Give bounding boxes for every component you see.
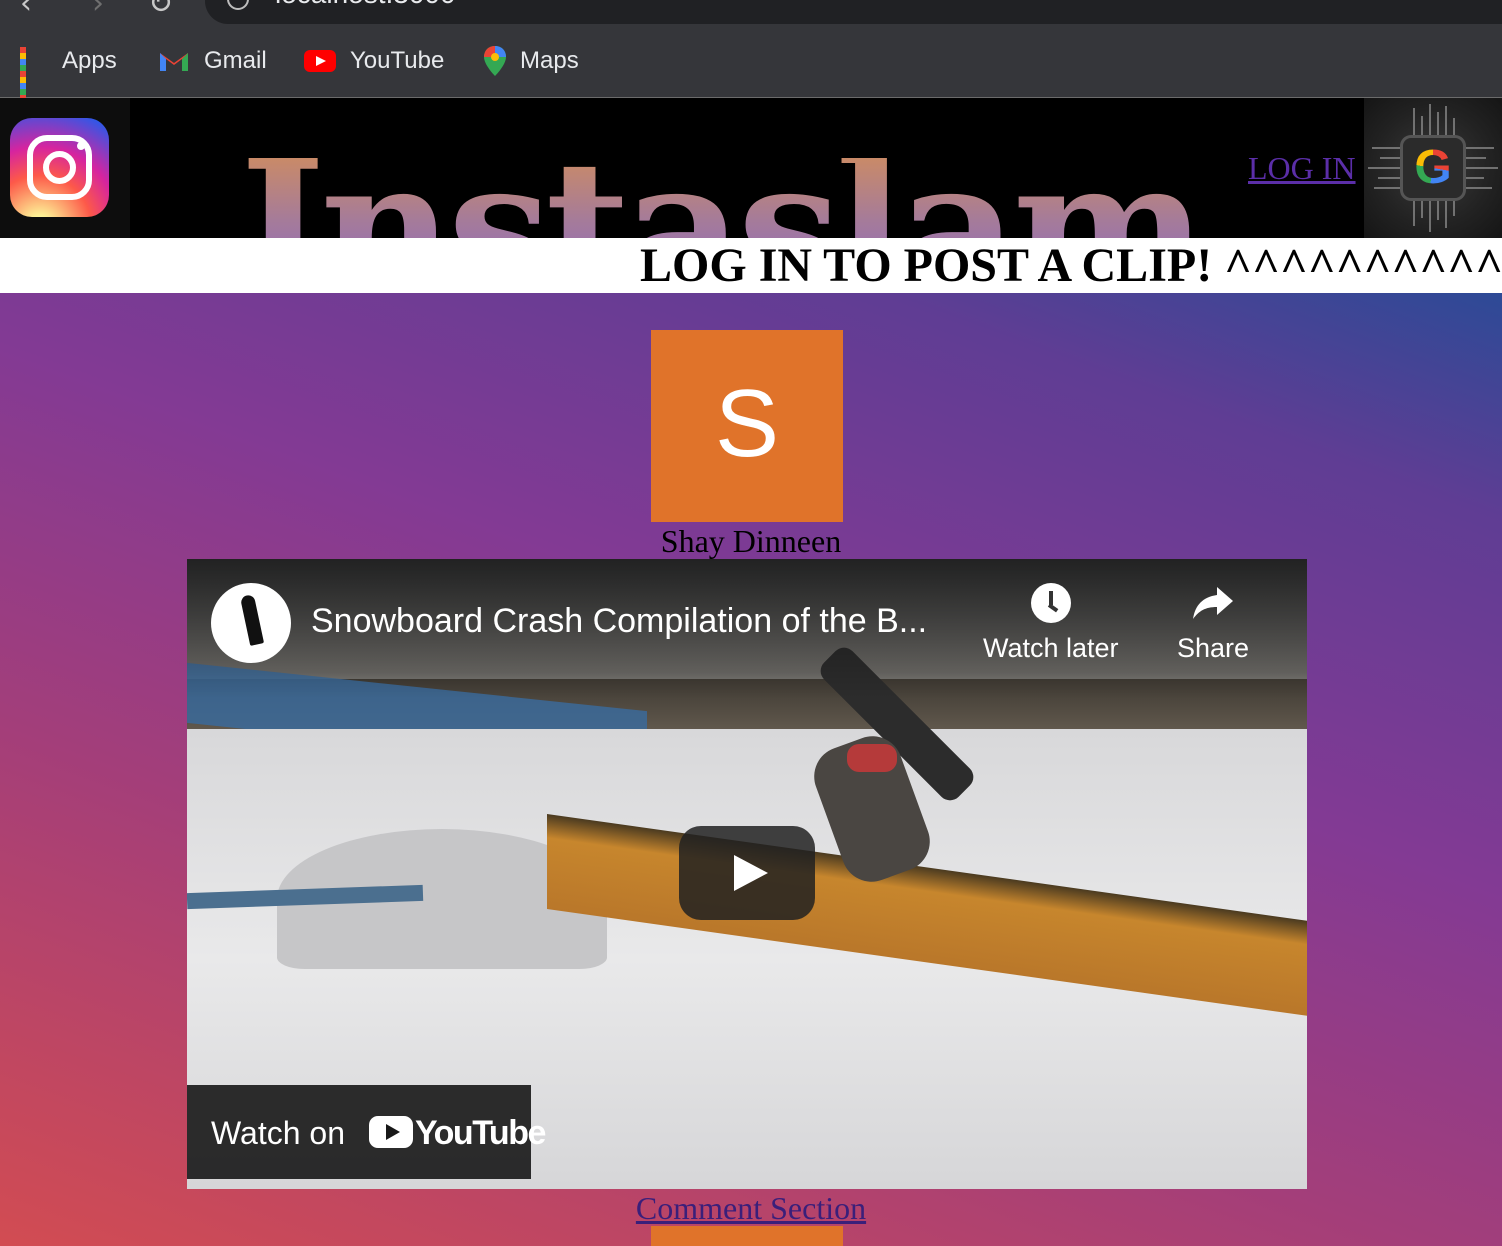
bookmark-label: Maps bbox=[520, 47, 579, 74]
reload-icon[interactable]: ↻ bbox=[148, 0, 173, 21]
address-bar[interactable]: localhost:3000 bbox=[205, 0, 1502, 24]
share-label: Share bbox=[1177, 633, 1250, 663]
back-icon[interactable]: ‹ bbox=[20, 0, 32, 21]
apps-grid-icon bbox=[20, 47, 48, 101]
maps-icon bbox=[484, 46, 506, 76]
watch-on-youtube-button[interactable]: Watch on YouTube bbox=[187, 1085, 546, 1179]
bookmark-apps[interactable]: Apps bbox=[20, 44, 117, 101]
youtube-logo-icon bbox=[369, 1116, 413, 1148]
site-header: Instaslam LOG IN G bbox=[0, 98, 1502, 320]
share-icon bbox=[1191, 583, 1235, 623]
next-post-avatar bbox=[651, 1226, 843, 1246]
address-text[interactable]: localhost:3000 bbox=[275, 0, 456, 8]
avatar: S bbox=[651, 330, 843, 522]
bookmarks-bar: Apps Gmail YouTube Maps bbox=[0, 28, 1502, 101]
channel-avatar[interactable] bbox=[211, 583, 291, 663]
play-button[interactable] bbox=[679, 826, 815, 920]
instagram-icon[interactable] bbox=[10, 118, 109, 217]
watch-later-label: Watch later bbox=[983, 633, 1119, 663]
bookmark-label: YouTube bbox=[350, 47, 445, 74]
forward-icon[interactable]: › bbox=[92, 0, 104, 21]
share-button[interactable]: Share bbox=[1177, 583, 1249, 664]
banner-text: LOG IN TO POST A CLIP! ^^^^^^^^^^^^ bbox=[640, 239, 1502, 292]
watch-later-button[interactable]: Watch later bbox=[983, 583, 1119, 664]
video-embed[interactable]: Snowboard Crash Compilation of the B... … bbox=[187, 559, 1307, 1189]
youtube-icon bbox=[304, 50, 336, 72]
bookmark-label: Gmail bbox=[204, 47, 267, 74]
google-chip-icon[interactable]: G bbox=[1364, 98, 1502, 238]
video-title[interactable]: Snowboard Crash Compilation of the B... bbox=[311, 601, 927, 641]
login-link[interactable]: LOG IN bbox=[1248, 150, 1356, 187]
bookmark-gmail[interactable]: Gmail bbox=[158, 44, 267, 78]
bookmark-maps[interactable]: Maps bbox=[484, 44, 579, 78]
gmail-icon bbox=[158, 49, 190, 73]
bookmark-youtube[interactable]: YouTube bbox=[304, 44, 444, 78]
youtube-wordmark: YouTube bbox=[415, 1114, 546, 1152]
comment-section-link[interactable]: Comment Section bbox=[0, 1190, 1502, 1226]
clock-icon bbox=[1030, 583, 1071, 623]
watch-on-label: Watch on bbox=[211, 1115, 345, 1151]
browser-toolbar: ‹ › ↻ localhost:3000 bbox=[0, 0, 1502, 28]
site-info-icon[interactable] bbox=[227, 0, 249, 10]
feed: S Shay Dinneen Snowboard Crash Compilati… bbox=[0, 293, 1502, 1246]
username: Shay Dinneen bbox=[660, 523, 842, 559]
avatar-letter: S bbox=[714, 370, 780, 477]
login-banner: LOG IN TO POST A CLIP! ^^^^^^^^^^^^ bbox=[0, 238, 1502, 293]
bookmark-label: Apps bbox=[62, 47, 117, 74]
